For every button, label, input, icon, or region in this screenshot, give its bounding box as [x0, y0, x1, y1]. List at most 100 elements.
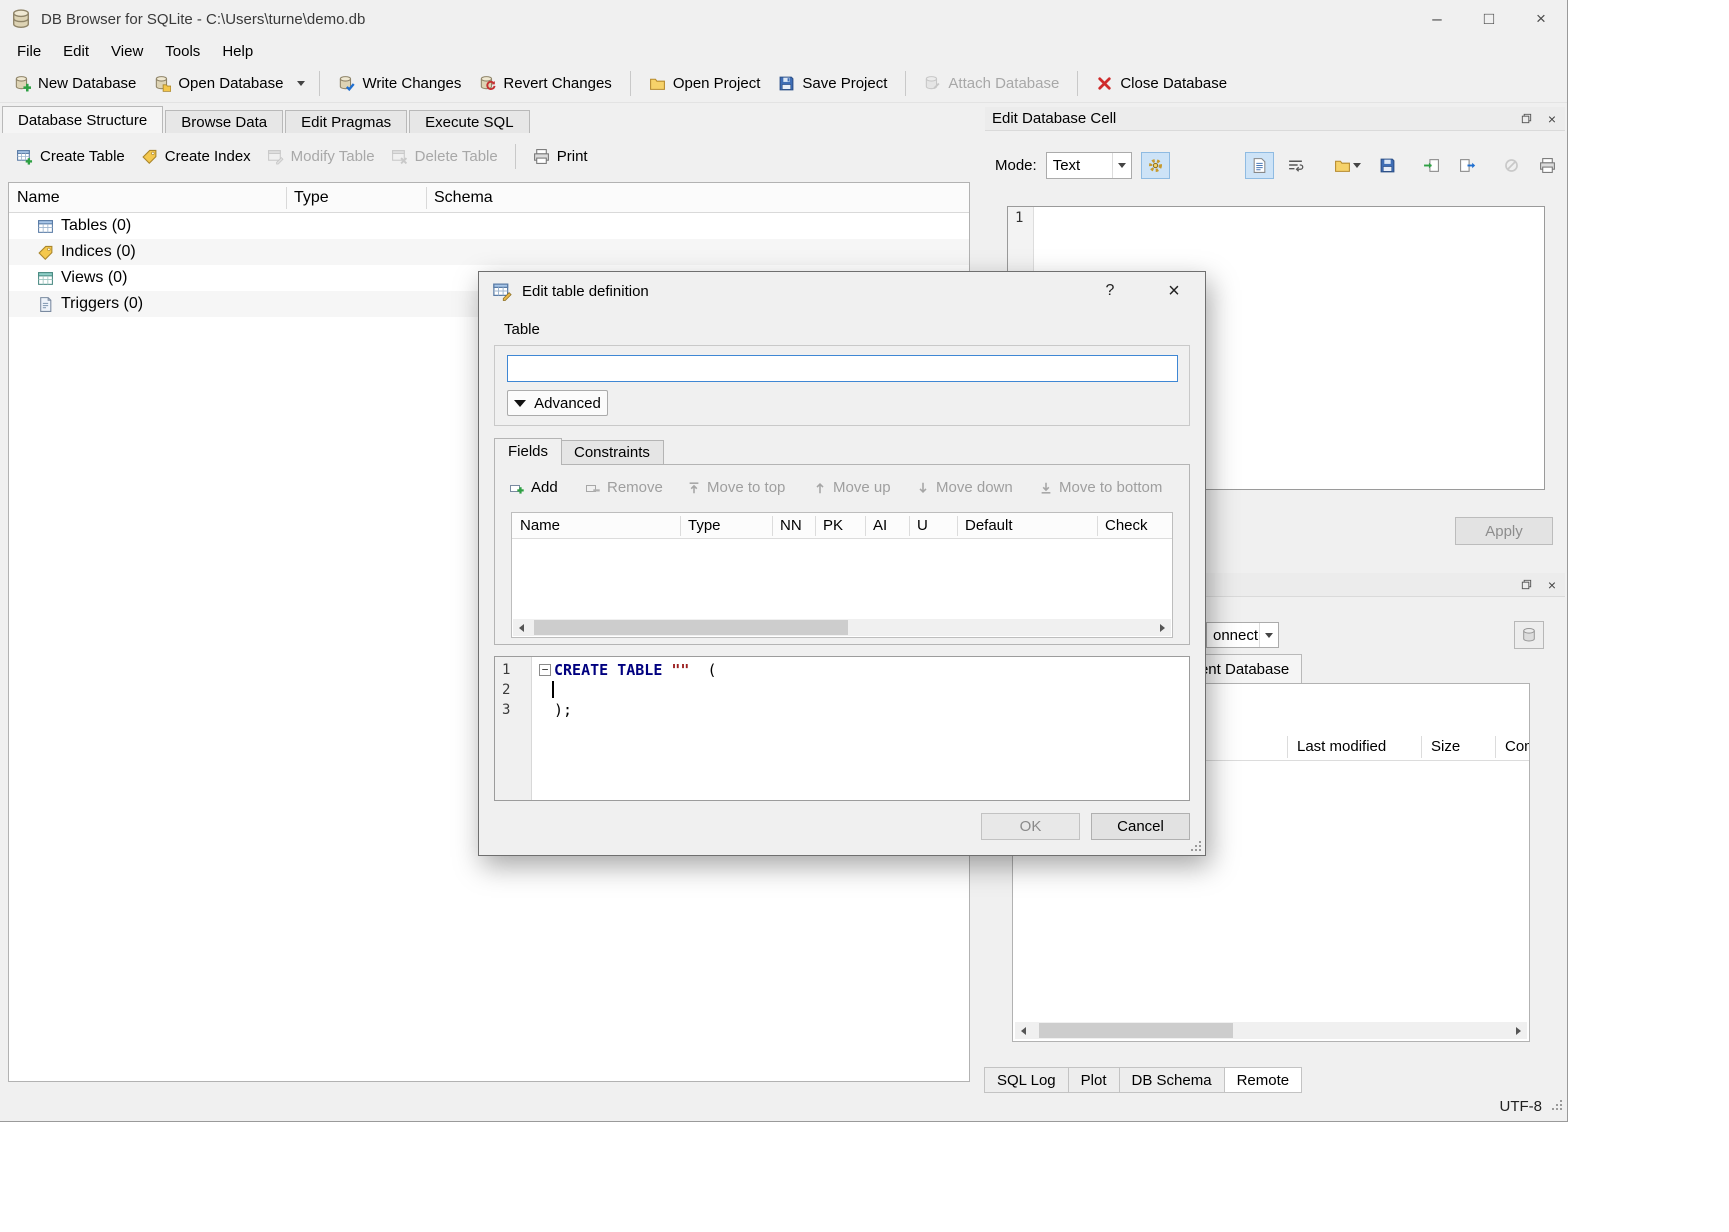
identity-combobox[interactable]: onnect [1206, 622, 1279, 648]
fold-collapse-icon[interactable]: − [539, 664, 551, 676]
create-index-button[interactable]: Create Index [133, 142, 259, 171]
import-button[interactable] [1417, 152, 1446, 179]
close-database-button[interactable]: Close Database [1087, 69, 1236, 98]
scrollbar-thumb[interactable] [1039, 1023, 1233, 1038]
float-panel-icon[interactable] [1515, 575, 1537, 594]
word-wrap-button[interactable] [1281, 152, 1310, 179]
print-button[interactable]: Print [525, 142, 596, 171]
float-panel-icon[interactable] [1515, 109, 1537, 128]
open-file-button[interactable] [1328, 152, 1366, 179]
column-separator[interactable] [426, 187, 427, 209]
tab-constraints[interactable]: Constraints [560, 440, 664, 465]
close-panel-icon[interactable]: × [1541, 575, 1563, 594]
mode-value: Text [1047, 157, 1112, 174]
column-separator[interactable] [865, 516, 866, 536]
dialog-resize-grip[interactable] [1191, 841, 1193, 843]
open-database-dropdown[interactable] [292, 75, 310, 92]
apply-button[interactable]: Apply [1455, 517, 1553, 545]
maximize-icon[interactable]: □ [1463, 0, 1515, 38]
menu-file[interactable]: File [6, 40, 52, 63]
clone-database-button[interactable] [1514, 621, 1544, 649]
scroll-left-icon[interactable] [513, 619, 530, 636]
column-header-commit[interactable]: Comm [1499, 734, 1529, 760]
menu-tools[interactable]: Tools [154, 40, 211, 63]
open-database-button[interactable]: Open Database [145, 69, 292, 98]
mode-combobox[interactable]: Text [1046, 152, 1132, 179]
encoding-status[interactable]: UTF-8 [1500, 1098, 1543, 1115]
ok-label: OK [1020, 818, 1042, 835]
column-header-last-modified[interactable]: Last modified [1291, 734, 1421, 760]
tab-database-structure[interactable]: Database Structure [2, 106, 163, 133]
scroll-right-icon[interactable] [1510, 1022, 1527, 1039]
new-database-button[interactable]: New Database [5, 69, 145, 98]
sql-preview[interactable]: 1 2 3 − CREATE TABLE "" ( ); [494, 656, 1190, 801]
column-separator[interactable] [909, 516, 910, 536]
column-separator[interactable] [772, 516, 773, 536]
save-file-button[interactable] [1373, 152, 1402, 179]
revert-changes-button[interactable]: Revert Changes [470, 69, 620, 98]
column-separator[interactable] [1097, 516, 1098, 536]
scroll-left-icon[interactable] [1015, 1022, 1032, 1039]
column-header-check[interactable]: Check [1099, 513, 1148, 538]
column-header-nn[interactable]: NN [774, 513, 802, 538]
move-down-label: Move down [936, 479, 1013, 496]
write-changes-button[interactable]: Write Changes [329, 69, 470, 98]
column-header-size[interactable]: Size [1425, 734, 1491, 760]
close-icon[interactable]: × [1515, 0, 1567, 38]
chevron-down-icon [514, 400, 526, 407]
column-header-ai[interactable]: AI [867, 513, 887, 538]
add-field-button[interactable]: Add [509, 474, 558, 501]
resize-grip[interactable] [1552, 1100, 1554, 1102]
print-cell-button[interactable] [1533, 152, 1562, 179]
tab-plot[interactable]: Plot [1068, 1067, 1120, 1093]
tab-sql-log[interactable]: SQL Log [984, 1067, 1069, 1093]
column-separator[interactable] [680, 516, 681, 536]
column-separator[interactable] [1421, 736, 1422, 758]
column-header-pk[interactable]: PK [817, 513, 843, 538]
close-panel-icon[interactable]: × [1541, 109, 1563, 128]
horizontal-scrollbar[interactable] [513, 619, 1171, 636]
menu-view[interactable]: View [100, 40, 154, 63]
minimize-icon[interactable]: – [1411, 0, 1463, 38]
column-separator[interactable] [957, 516, 958, 536]
tree-row-indices[interactable]: Indices (0) [9, 239, 969, 265]
menu-edit[interactable]: Edit [52, 40, 100, 63]
column-header-type[interactable]: Type [682, 513, 721, 538]
open-project-button[interactable]: Open Project [640, 69, 770, 98]
column-separator[interactable] [286, 187, 287, 209]
tree-row-tables[interactable]: Tables (0) [9, 213, 969, 239]
column-separator[interactable] [1495, 736, 1496, 758]
tab-edit-pragmas[interactable]: Edit Pragmas [285, 110, 407, 133]
column-separator[interactable] [1287, 736, 1288, 758]
text-document-button[interactable] [1245, 152, 1274, 179]
tab-db-schema[interactable]: DB Schema [1119, 1067, 1225, 1093]
column-header-default[interactable]: Default [959, 513, 1013, 538]
scroll-right-icon[interactable] [1154, 619, 1171, 636]
column-header-type[interactable]: Type [286, 183, 329, 213]
dialog-title-bar[interactable]: Edit table definition ? × [479, 272, 1205, 310]
help-icon[interactable]: ? [1093, 276, 1127, 306]
export-button[interactable] [1453, 152, 1482, 179]
print-icon [533, 148, 550, 165]
close-icon[interactable]: × [1157, 276, 1191, 306]
structure-toolbar: Create Table Create Index Modify Table D… [0, 138, 596, 174]
scrollbar-thumb[interactable] [534, 620, 848, 635]
advanced-button[interactable]: Advanced [507, 390, 608, 416]
tab-remote[interactable]: Remote [1224, 1067, 1303, 1093]
sql-line-1: CREATE TABLE "" ( [554, 660, 717, 680]
column-header-name[interactable]: Name [514, 513, 560, 538]
column-separator[interactable] [815, 516, 816, 536]
menu-help[interactable]: Help [211, 40, 264, 63]
table-name-input[interactable] [507, 355, 1178, 382]
create-table-button[interactable]: Create Table [8, 142, 133, 171]
tab-execute-sql[interactable]: Execute SQL [409, 110, 529, 133]
horizontal-scrollbar[interactable] [1015, 1022, 1527, 1039]
column-header-schema[interactable]: Schema [426, 183, 493, 213]
tab-browse-data[interactable]: Browse Data [165, 110, 283, 133]
save-project-button[interactable]: Save Project [769, 69, 896, 98]
column-header-name[interactable]: Name [9, 183, 60, 213]
tab-fields[interactable]: Fields [494, 438, 562, 465]
auto-mode-button[interactable] [1141, 152, 1170, 179]
column-header-u[interactable]: U [911, 513, 928, 538]
cancel-button[interactable]: Cancel [1091, 813, 1190, 840]
